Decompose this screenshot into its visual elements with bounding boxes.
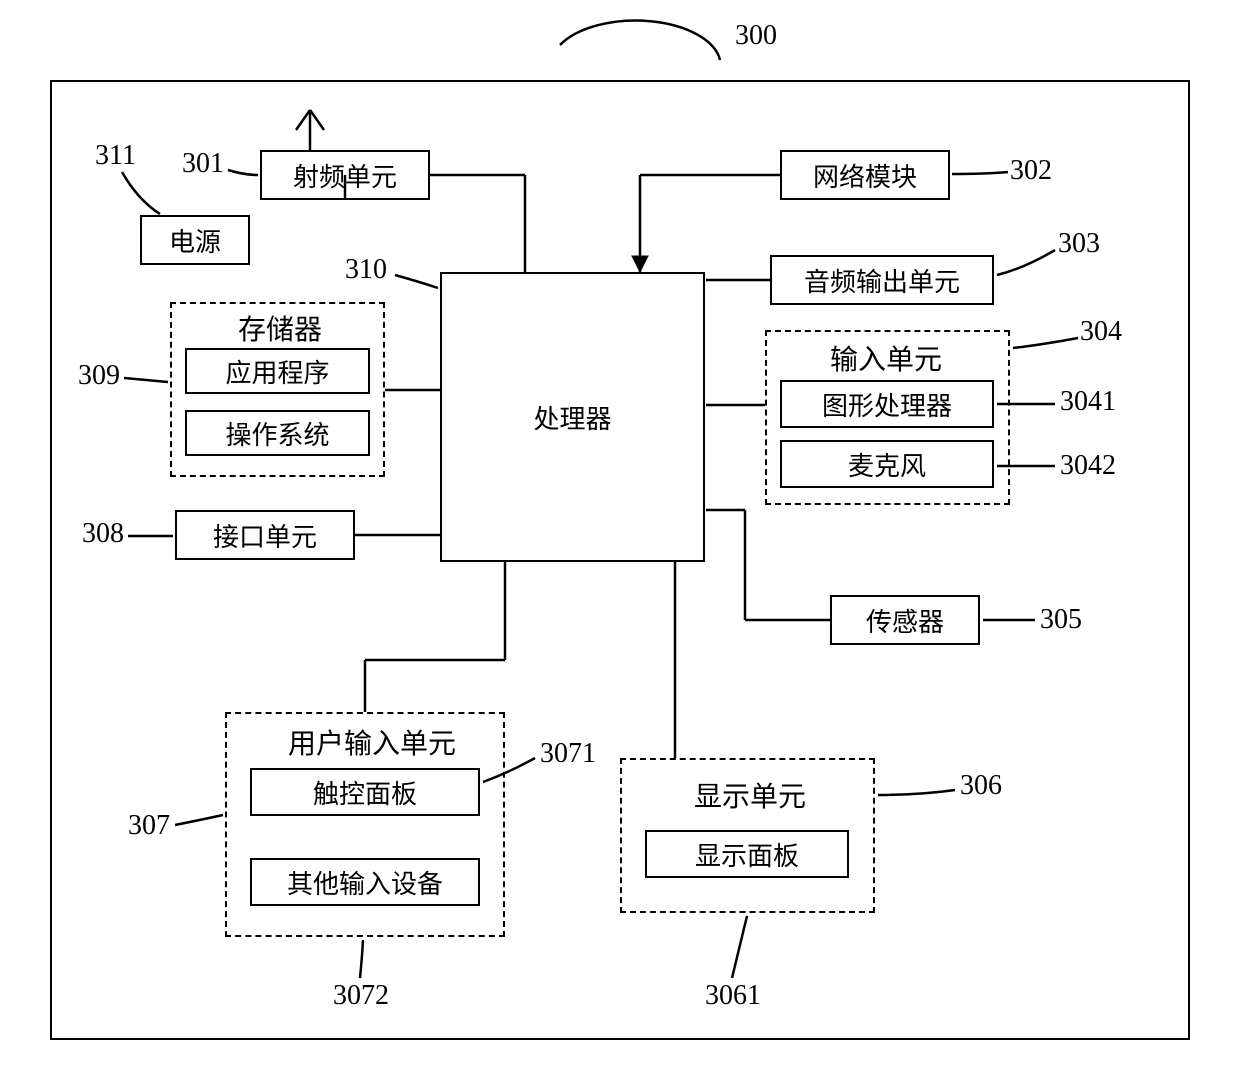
diagram-stage: 300 射频单元 301 电源 311 处理器 310 网络模块 302 音频输… xyxy=(0,0,1240,1074)
